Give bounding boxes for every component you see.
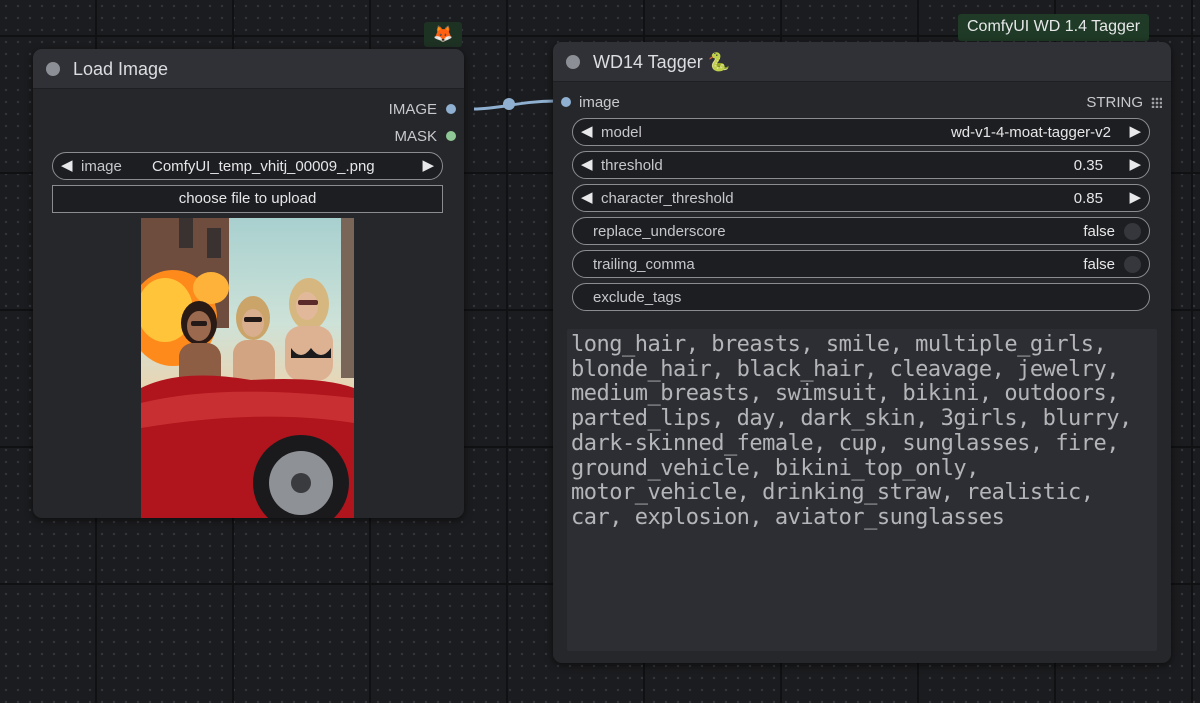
output-label-image: IMAGE bbox=[388, 101, 437, 118]
input-socket-image[interactable] bbox=[561, 97, 571, 107]
node-header[interactable]: WD14 Tagger 🐍 bbox=[553, 42, 1171, 82]
widget-label: model bbox=[601, 124, 642, 141]
group-title[interactable]: ComfyUI WD 1.4 Tagger bbox=[958, 14, 1150, 41]
widget-value: 0.85 bbox=[1073, 190, 1103, 207]
arrow-left-icon[interactable]: ◀ bbox=[61, 156, 73, 174]
widget-label: character_threshold bbox=[601, 190, 734, 207]
widget-label: trailing_comma bbox=[593, 256, 695, 273]
wd14-tagger-node[interactable]: WD14 Tagger 🐍 image STRING ◀ model wd-v1… bbox=[553, 42, 1171, 663]
fox-icon: 🦊 bbox=[424, 22, 462, 47]
output-label-mask: MASK bbox=[394, 128, 437, 145]
toggle-knob-icon[interactable] bbox=[1124, 223, 1141, 240]
tags-output-textarea[interactable]: long_hair, breasts, smile, multiple_girl… bbox=[567, 329, 1157, 651]
arrow-right-icon[interactable]: ▶ bbox=[1129, 155, 1141, 173]
collapse-dot-icon[interactable] bbox=[46, 62, 60, 76]
threshold-number-widget[interactable]: ◀ threshold 0.35 ▶ bbox=[572, 151, 1150, 179]
node-title-text: WD14 Tagger bbox=[593, 52, 703, 72]
widget-value: 0.35 bbox=[1073, 157, 1103, 174]
output-socket-image[interactable] bbox=[446, 104, 456, 114]
widget-label: threshold bbox=[601, 157, 663, 174]
input-label-image: image bbox=[579, 94, 620, 111]
widget-value: ComfyUI_temp_vhitj_00009_.png bbox=[152, 158, 375, 175]
snake-icon: 🐍 bbox=[707, 52, 731, 72]
toggle-knob-icon[interactable] bbox=[1124, 256, 1141, 273]
character-threshold-number-widget[interactable]: ◀ character_threshold 0.85 ▶ bbox=[572, 184, 1150, 212]
image-combo-widget[interactable]: ◀ image ComfyUI_temp_vhitj_00009_.png ▶ bbox=[52, 152, 443, 180]
load-image-node[interactable]: Load Image IMAGE MASK ◀ image ComfyUI_te… bbox=[33, 49, 464, 518]
widget-value: wd-v1-4-moat-tagger-v2 bbox=[950, 124, 1111, 141]
arrow-left-icon[interactable]: ◀ bbox=[581, 188, 593, 206]
node-title: WD14 Tagger 🐍 bbox=[593, 52, 730, 73]
replace-underscore-toggle[interactable]: replace_underscore false bbox=[572, 217, 1150, 245]
model-combo-widget[interactable]: ◀ model wd-v1-4-moat-tagger-v2 ▶ bbox=[572, 118, 1150, 146]
exclude-tags-text-widget[interactable]: exclude_tags bbox=[572, 283, 1150, 311]
output-socket-mask[interactable] bbox=[446, 131, 456, 141]
widget-value: false bbox=[1083, 223, 1115, 240]
arrow-right-icon[interactable]: ▶ bbox=[422, 156, 434, 174]
node-header[interactable]: Load Image bbox=[33, 49, 464, 89]
output-label-string: STRING bbox=[1086, 94, 1143, 111]
arrow-left-icon[interactable]: ◀ bbox=[581, 122, 593, 140]
upload-button[interactable]: choose file to upload bbox=[52, 185, 443, 213]
arrow-right-icon[interactable]: ▶ bbox=[1129, 188, 1141, 206]
arrow-right-icon[interactable]: ▶ bbox=[1129, 122, 1141, 140]
link-midpoint[interactable] bbox=[503, 98, 515, 110]
widget-label: replace_underscore bbox=[593, 223, 726, 240]
trailing-comma-toggle[interactable]: trailing_comma false bbox=[572, 250, 1150, 278]
image-preview bbox=[141, 218, 354, 518]
node-title: Load Image bbox=[73, 59, 169, 79]
widget-label: exclude_tags bbox=[593, 289, 682, 306]
widget-label: image bbox=[81, 158, 122, 175]
collapse-dot-icon[interactable] bbox=[566, 55, 580, 69]
widget-value: false bbox=[1083, 256, 1115, 273]
arrow-left-icon[interactable]: ◀ bbox=[581, 155, 593, 173]
grid-icon[interactable] bbox=[1151, 97, 1162, 108]
